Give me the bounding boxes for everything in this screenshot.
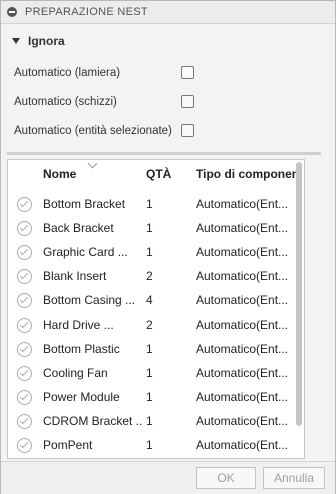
row-name: Bottom Plastic (43, 341, 120, 356)
row-name: Bottom Bracket (43, 197, 126, 211)
row-type: Automatico(Ent... (196, 221, 289, 236)
table-row[interactable]: PomPent 1 Automatico(Ent... (8, 433, 304, 457)
row-qty: 1 (146, 438, 153, 452)
option-checkbox[interactable] (181, 95, 194, 108)
row-qty: 2 (146, 269, 153, 284)
row-type: Automatico(Ent... (196, 341, 289, 356)
table-row[interactable]: Cooling Fan 1 Automatico(Ent... (8, 361, 304, 385)
option-selected-entities: Automatico (entità selezionate) (1, 116, 335, 145)
option-label: Automatico (entità selezionate) (14, 124, 172, 137)
check-circle-icon[interactable] (17, 221, 32, 237)
ok-button[interactable]: OK (196, 467, 256, 489)
row-qty: 1 (146, 365, 153, 380)
row-name: Blank Insert (43, 269, 107, 284)
row-type: Automatico(Ent... (196, 365, 289, 380)
table-row[interactable]: Blank Insert 2 Automatico(Ent... (8, 264, 304, 288)
row-qty: 1 (146, 245, 153, 260)
row-type: Automatico(Ent... (196, 413, 289, 428)
table-row[interactable]: Bottom Plastic 1 Automatico(Ent... (8, 337, 304, 361)
row-qty: 2 (146, 317, 153, 332)
table-header: Nome QTÀ Tipo di componen (8, 160, 304, 186)
sort-caret-icon[interactable] (87, 160, 98, 169)
column-header-type[interactable]: Tipo di componen (196, 167, 296, 181)
option-label: Automatico (schizzi) (14, 95, 117, 108)
option-sheet-metal: Automatico (lamiera) (1, 58, 335, 87)
row-name: CDROM Bracket ... (43, 413, 143, 428)
nest-preparation-panel: PREPARAZIONE NEST Ignora Automatico (lam… (0, 0, 336, 494)
column-header-name[interactable]: Nome (43, 167, 76, 181)
row-type: Automatico(Ent... (196, 245, 289, 260)
ignore-group-header[interactable]: Ignora (1, 24, 335, 58)
table-row[interactable]: CDROM Bracket ... 1 Automatico(Ent... (8, 409, 304, 433)
panel-titlebar[interactable]: PREPARAZIONE NEST (1, 1, 335, 24)
components-table: Nome QTÀ Tipo di componen Bottom Bracket… (7, 159, 305, 459)
row-name: Cooling Fan (43, 365, 108, 380)
check-circle-icon[interactable] (17, 365, 32, 381)
table-scrollbar[interactable] (296, 162, 302, 426)
cancel-button[interactable]: Annulla (263, 467, 325, 489)
check-circle-icon[interactable] (17, 438, 32, 453)
table-row[interactable]: Hard Drive ... 2 Automatico(Ent... (8, 313, 304, 337)
row-type: Automatico(Ent... (196, 293, 289, 308)
check-circle-icon[interactable] (17, 413, 32, 429)
row-qty: 4 (146, 293, 153, 308)
table-row[interactable]: Graphic Card ... 1 Automatico(Ent... (8, 240, 304, 264)
option-checkbox[interactable] (181, 124, 194, 137)
row-type: Automatico(Ent... (196, 269, 289, 284)
table-row[interactable]: Bottom Bracket 1 Automatico(Ent... (8, 192, 304, 216)
check-circle-icon[interactable] (17, 197, 32, 212)
row-name: Bottom Casing ... (43, 293, 136, 308)
row-type: Automatico(Ent... (196, 438, 289, 452)
collapse-icon[interactable] (7, 7, 17, 17)
row-name: Back Bracket (43, 221, 114, 236)
expand-triangle-icon[interactable] (12, 38, 20, 44)
row-qty: 1 (146, 221, 153, 236)
row-type: Automatico(Ent... (196, 317, 289, 332)
table-row[interactable]: Back Bracket 1 Automatico(Ent... (8, 216, 304, 240)
table-row[interactable]: Bottom Casing ... 4 Automatico(Ent... (8, 288, 304, 312)
column-header-qty[interactable]: QTÀ (146, 167, 171, 181)
row-name: Power Module (43, 389, 120, 404)
row-name: PomPent (43, 438, 93, 452)
check-circle-icon[interactable] (17, 269, 32, 285)
row-name: Graphic Card ... (43, 245, 128, 260)
row-qty: 1 (146, 197, 153, 211)
option-sketches: Automatico (schizzi) (1, 87, 335, 116)
row-type: Automatico(Ent... (196, 389, 289, 404)
check-circle-icon[interactable] (17, 245, 32, 261)
check-circle-icon[interactable] (17, 317, 32, 333)
panel-title: PREPARAZIONE NEST (25, 6, 148, 18)
row-type: Automatico(Ent... (196, 197, 289, 211)
row-name: Hard Drive ... (43, 317, 114, 332)
row-qty: 1 (146, 341, 153, 356)
ignore-group-title: Ignora (28, 34, 65, 48)
row-qty: 1 (146, 413, 153, 428)
option-label: Automatico (lamiera) (14, 66, 121, 79)
check-circle-icon[interactable] (17, 389, 32, 405)
check-circle-icon[interactable] (17, 293, 32, 309)
splitter-handle[interactable] (7, 152, 321, 155)
dialog-footer: OK Annulla (1, 461, 335, 494)
check-circle-icon[interactable] (17, 341, 32, 357)
row-qty: 1 (146, 389, 153, 404)
option-checkbox[interactable] (181, 66, 194, 79)
table-row[interactable]: Power Module 1 Automatico(Ent... (8, 385, 304, 409)
